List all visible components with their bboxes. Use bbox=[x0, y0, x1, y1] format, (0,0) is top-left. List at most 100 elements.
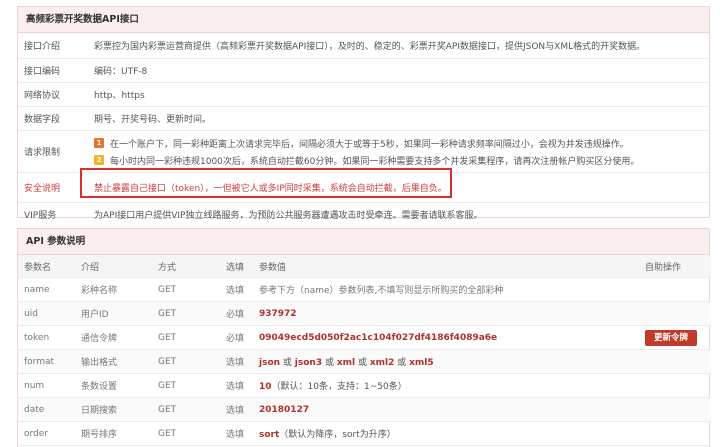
column-header: 选填 bbox=[220, 255, 253, 278]
params-panel-title: API 参数说明 bbox=[18, 229, 709, 255]
info-label: 接口编码 bbox=[24, 67, 61, 77]
number-badge-icon: 2 bbox=[94, 155, 104, 165]
param-desc: 条数设置 bbox=[75, 373, 152, 398]
param-action: 更新令牌 bbox=[639, 325, 711, 350]
param-value: 参考下方（name）参数列表,不填写则显示所购买的全部彩种 bbox=[253, 277, 639, 302]
order-note: （默认为降序，sort为升序） bbox=[279, 430, 396, 440]
format-option: json3 bbox=[294, 358, 323, 368]
info-value: 彩票控为国内彩票运营商提供（高频彩票开奖数据API接口），及时的、稳定的、彩票开… bbox=[94, 42, 646, 52]
param-method: GET bbox=[152, 277, 220, 302]
info-value: 编码：UTF-8 bbox=[94, 67, 148, 77]
param-action bbox=[639, 277, 711, 302]
params-panel: API 参数说明 参数名 介绍 方式 选填 参数值 自助操作 name 彩种名称… bbox=[17, 228, 711, 447]
param-name: name bbox=[18, 277, 75, 302]
column-header: 自助操作 bbox=[639, 255, 711, 278]
format-option: xml5 bbox=[409, 358, 434, 368]
info-label: 接口介绍 bbox=[24, 42, 61, 52]
param-action bbox=[639, 373, 711, 398]
param-required: 选填 bbox=[220, 421, 253, 446]
highlight-annotation-box bbox=[80, 168, 452, 198]
table-row: uid 用户ID GET 必填 937972 bbox=[18, 301, 711, 326]
param-desc: 期号排序 bbox=[75, 421, 152, 446]
info-row-protocol: 网络协议 http、https bbox=[18, 83, 709, 107]
info-label: 请求限制 bbox=[24, 148, 61, 158]
param-method: GET bbox=[152, 421, 220, 446]
param-method: GET bbox=[152, 301, 220, 326]
column-header: 参数名 bbox=[18, 255, 75, 278]
format-option: xml2 bbox=[369, 358, 395, 368]
params-table: 参数名 介绍 方式 选填 参数值 自助操作 name 彩种名称 GET 选填 参… bbox=[18, 255, 711, 446]
format-value: json 或 json3 或 xml 或 xml2 或 xml5 bbox=[253, 349, 639, 374]
info-label: 网络协议 bbox=[24, 91, 61, 101]
column-header: 参数值 bbox=[253, 255, 639, 278]
param-action bbox=[639, 349, 711, 374]
param-required: 选填 bbox=[220, 373, 253, 398]
info-panel-title: 高频彩票开奖数据API接口 bbox=[18, 7, 709, 33]
table-row: num 条数设置 GET 选填 10（默认：10条，支持：1~50条） bbox=[18, 373, 711, 398]
info-value: http、https bbox=[94, 91, 145, 101]
info-label: VIP服务 bbox=[24, 210, 57, 221]
param-desc: 通信令牌 bbox=[75, 325, 152, 350]
info-row-fields: 数据字段 期号、开奖号码、更新时间。 bbox=[18, 107, 709, 131]
param-method: GET bbox=[152, 349, 220, 374]
separator: 或 bbox=[355, 358, 370, 368]
limit-notice-2: 2 每小时内同一彩种违规1000次后，系统自动拦截60分钟。如果同一彩种需要支持… bbox=[94, 152, 639, 169]
num-default: 10 bbox=[259, 382, 272, 392]
table-row: name 彩种名称 GET 选填 参考下方（name）参数列表,不填写则显示所购… bbox=[18, 277, 711, 302]
info-label: 安全说明 bbox=[24, 184, 61, 194]
info-label: 数据字段 bbox=[24, 115, 61, 125]
param-name: order bbox=[18, 421, 75, 446]
info-value: 期号、开奖号码、更新时间。 bbox=[94, 115, 212, 125]
info-row-intro: 接口介绍 彩票控为国内彩票运营商提供（高频彩票开奖数据API接口），及时的、稳定… bbox=[18, 33, 709, 59]
table-row: order 期号排序 GET 选填 sort（默认为降序，sort为升序） bbox=[18, 421, 711, 446]
token-value: 09049ecd5d050f2ac1c104f027df4186f4089a6e bbox=[253, 325, 639, 350]
num-note: （默认：10条，支持：1~50条） bbox=[271, 382, 407, 392]
param-method: GET bbox=[152, 325, 220, 350]
info-row-limits: 请求限制 1 在一个账户下，同一彩种距离上次请求完毕后，间隔必须大于或等于5秒，… bbox=[18, 131, 709, 173]
order-value: sort（默认为降序，sort为升序） bbox=[253, 421, 639, 446]
param-desc: 彩种名称 bbox=[75, 277, 152, 302]
info-value: 为API接口用户提供VIP独立线路服务，为预防公共服务器遭遇攻击时受牵连。需要者… bbox=[94, 210, 483, 221]
table-header-row: 参数名 介绍 方式 选填 参数值 自助操作 bbox=[18, 255, 711, 278]
separator: 或 bbox=[280, 358, 295, 368]
info-row-vip: VIP服务 为API接口用户提供VIP独立线路服务，为预防公共服务器遭遇攻击时受… bbox=[18, 203, 709, 225]
column-header: 介绍 bbox=[75, 255, 152, 278]
limit-notice-text: 每小时内同一彩种违规1000次后，系统自动拦截60分钟。如果同一彩种需要支持多个… bbox=[110, 156, 640, 167]
separator: 或 bbox=[394, 358, 410, 368]
param-desc: 日期搜索 bbox=[75, 397, 152, 422]
uid-value: 937972 bbox=[253, 301, 639, 326]
param-name: num bbox=[18, 373, 75, 398]
limit-notice-text: 在一个账户下，同一彩种距离上次请求完毕后，间隔必须大于或等于5秒，如果同一彩种请… bbox=[110, 139, 629, 150]
param-action bbox=[639, 301, 711, 326]
param-required: 选填 bbox=[220, 397, 253, 422]
param-required: 必填 bbox=[220, 301, 253, 326]
number-badge-icon: 1 bbox=[94, 138, 104, 148]
info-row-encoding: 接口编码 编码：UTF-8 bbox=[18, 59, 709, 83]
param-method: GET bbox=[152, 373, 220, 398]
param-name: token bbox=[18, 325, 75, 350]
param-required: 必填 bbox=[220, 325, 253, 350]
column-header: 方式 bbox=[152, 255, 220, 278]
date-value: 20180127 bbox=[253, 397, 639, 422]
param-name: uid bbox=[18, 301, 75, 326]
param-desc: 用户ID bbox=[75, 301, 152, 326]
param-required: 选填 bbox=[220, 277, 253, 302]
param-action bbox=[639, 421, 711, 446]
refresh-token-button[interactable]: 更新令牌 bbox=[645, 329, 698, 346]
limit-notice-1: 1 在一个账户下，同一彩种距离上次请求完毕后，间隔必须大于或等于5秒，如果同一彩… bbox=[94, 135, 639, 152]
table-row: format 输出格式 GET 选填 json 或 json3 或 xml 或 … bbox=[18, 349, 711, 374]
param-desc: 输出格式 bbox=[75, 349, 152, 374]
format-option: json bbox=[259, 358, 281, 368]
param-name: date bbox=[18, 397, 75, 422]
param-method: GET bbox=[152, 397, 220, 422]
num-value: 10（默认：10条，支持：1~50条） bbox=[253, 373, 639, 398]
param-required: 选填 bbox=[220, 349, 253, 374]
format-option: xml bbox=[336, 358, 356, 368]
param-name: format bbox=[18, 349, 75, 374]
order-sort: sort bbox=[259, 430, 280, 440]
table-row: token 通信令牌 GET 必填 09049ecd5d050f2ac1c104… bbox=[18, 325, 711, 350]
table-row: date 日期搜索 GET 选填 20180127 bbox=[18, 397, 711, 422]
limit-notices: 1 在一个账户下，同一彩种距离上次请求完毕后，间隔必须大于或等于5秒，如果同一彩… bbox=[84, 135, 639, 169]
separator: 或 bbox=[322, 358, 337, 368]
param-action bbox=[639, 397, 711, 422]
